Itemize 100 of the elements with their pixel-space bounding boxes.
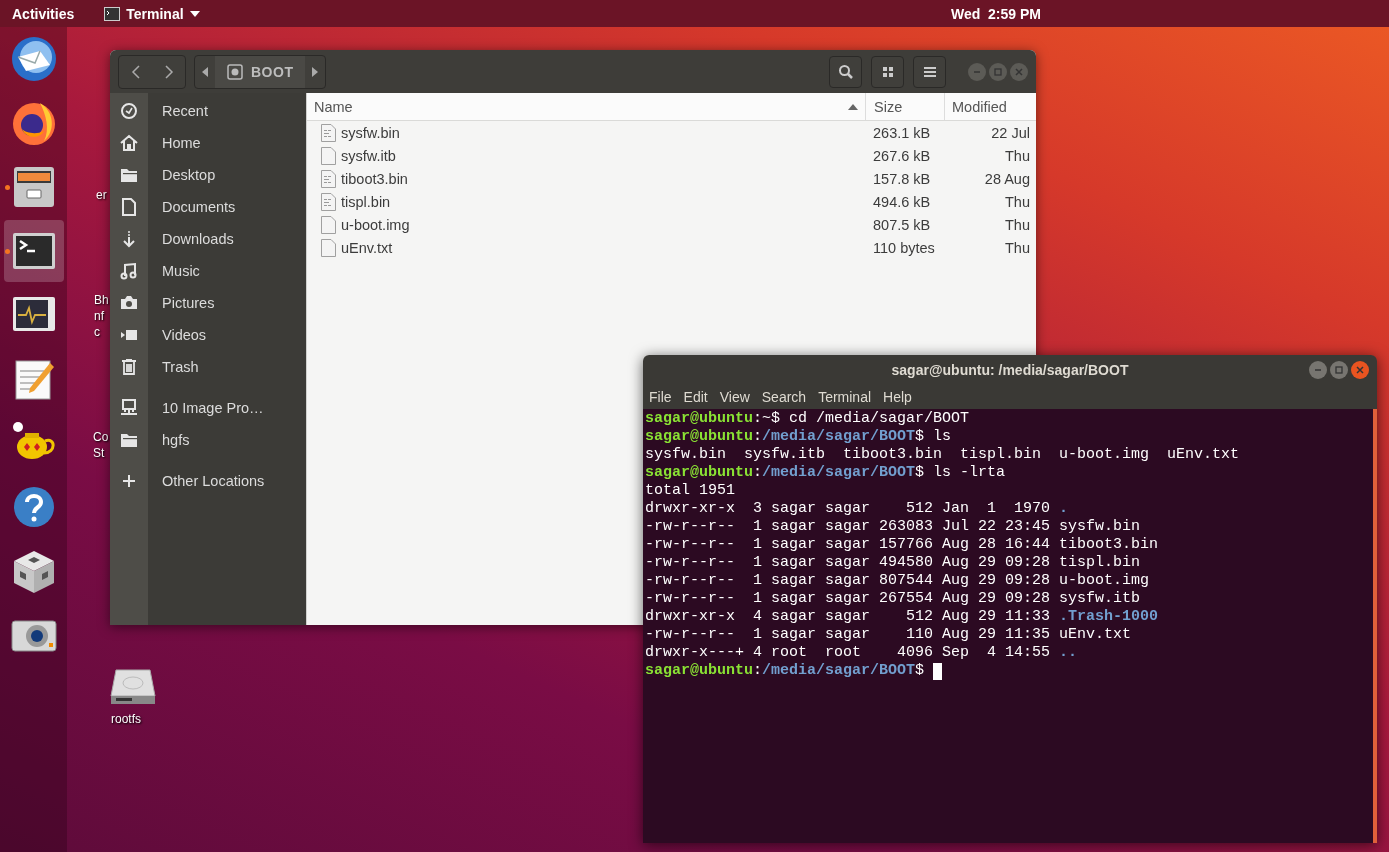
scrollbar[interactable] [1373, 409, 1377, 843]
terminal-line: sagar@ubuntu:/media/sagar/BOOT$ [645, 662, 926, 680]
file-name[interactable]: sysfw.bin [341, 124, 400, 141]
desktop-icon-label: St [93, 445, 106, 461]
file-modified: Thu [1005, 193, 1030, 210]
file-modified: Thu [1005, 239, 1030, 256]
file-name[interactable]: uEnv.txt [341, 239, 393, 256]
document-icon [120, 198, 138, 216]
column-header[interactable]: Modified [952, 98, 1007, 115]
file-size: 110 bytes [873, 239, 935, 256]
sidebar-item[interactable]: Trash [162, 359, 199, 375]
envelope-icon [9, 35, 58, 83]
terminal-line: drwxr-xr-x 4 sagar sagar 512 Aug 29 11:33 .Trash-1000 [645, 608, 1159, 626]
search-button[interactable] [829, 55, 862, 88]
folder-icon [120, 431, 138, 449]
search-icon [837, 63, 854, 80]
terminal-line: -rw-r--r-- 1 sagar sagar 494580 Aug 29 09:28 tispl.bin [645, 554, 1141, 572]
terminal-icon [104, 6, 121, 21]
file-name[interactable]: u-boot.img [341, 216, 410, 233]
file-name[interactable]: tiboot3.bin [341, 170, 408, 187]
file-modified: Thu [1005, 216, 1030, 233]
forward-icon [163, 64, 174, 79]
sidebar-item[interactable]: Documents [162, 199, 236, 215]
trash-icon [120, 358, 138, 376]
file-name[interactable]: sysfw.itb [341, 147, 396, 164]
terminal-line: -rw-r--r-- 1 sagar sagar 263083 Jul 22 23:45 sysfw.bin [645, 518, 1141, 536]
menu-item[interactable]: Edit [677, 385, 714, 409]
sidebar-item[interactable]: Other Locations [162, 473, 265, 489]
triangle-left-icon [202, 66, 208, 77]
file-modified: 28 Aug [984, 170, 1030, 187]
sidebar-item[interactable]: Home [162, 135, 201, 151]
file-icon [321, 238, 336, 257]
desktop-icon-label: c [94, 324, 101, 340]
close-icon [1355, 365, 1365, 375]
desktop-icon-label: Bh [94, 292, 109, 308]
column-header[interactable]: Name [314, 98, 353, 115]
terminal-line: -rw-r--r-- 1 sagar sagar 267554 Aug 29 09:28 sysfw.itb [645, 590, 1141, 608]
caret-icon [189, 10, 200, 17]
menu-item[interactable]: Search [755, 385, 813, 409]
back-icon [130, 64, 141, 79]
maximize-icon [1334, 365, 1344, 375]
sidebar-item[interactable]: Music [162, 263, 200, 279]
terminal-line: -rw-r--r-- 1 sagar sagar 110 Aug 29 11:35 uEnv.txt [645, 626, 1132, 644]
computer-icon [120, 399, 138, 417]
camera-icon [120, 294, 138, 312]
desktop-icon-label: Co [93, 429, 109, 445]
file-modified: Thu [1005, 147, 1030, 164]
file-icon [321, 146, 336, 165]
desktop-icon-label: er [96, 187, 107, 203]
sidebar-item[interactable]: Recent [162, 103, 208, 119]
menu-item[interactable]: View [713, 385, 756, 409]
menu-item[interactable]: File [643, 385, 678, 409]
terminal-line: sagar@ubuntu:~$ cd /media/sagar/BOOT [645, 410, 970, 428]
file-name[interactable]: tispl.bin [341, 193, 391, 210]
plus-icon [120, 472, 138, 490]
sidebar-item[interactable]: Pictures [162, 295, 215, 311]
file-size: 494.6 kB [873, 193, 931, 210]
file-modified: 22 Jul [991, 124, 1030, 141]
column-header[interactable]: Size [874, 98, 903, 115]
sidebar-item[interactable]: Desktop [162, 167, 216, 183]
sidebar-item[interactable]: 10 Image Pro… [162, 400, 264, 416]
file-icon [321, 215, 336, 234]
terminal-line: drwxr-x---+ 4 root root 4096 Sep 4 14:55 .. [645, 644, 1078, 662]
menu-item[interactable]: Help [877, 385, 918, 409]
minimize-button[interactable] [1309, 361, 1327, 379]
file-size: 263.1 kB [873, 124, 931, 141]
activities-button[interactable]: Activities [12, 5, 75, 22]
dock-item[interactable] [3, 220, 64, 282]
terminal-line: -rw-r--r-- 1 sagar sagar 807544 Aug 29 09:28 u-boot.img [645, 572, 1150, 590]
maximize-button[interactable] [1330, 361, 1348, 379]
file-size: 807.5 kB [873, 216, 931, 233]
terminal-line: total 1951 [645, 482, 735, 500]
clock-icon [120, 102, 138, 120]
folder-icon [120, 166, 138, 184]
terminal-line: sagar@ubuntu:/media/sagar/BOOT$ ls [645, 428, 952, 446]
menu-item[interactable]: Terminal [812, 385, 878, 409]
view-grid-button[interactable] [871, 55, 904, 88]
close-icon [1014, 66, 1024, 77]
menu-icon [922, 65, 937, 78]
file-icon [321, 169, 336, 188]
terminal-line: sagar@ubuntu:/media/sagar/BOOT$ ls -lrta [645, 464, 1006, 482]
terminal-line: -rw-r--r-- 1 sagar sagar 157766 Aug 28 16:44 tiboot3.bin [645, 536, 1159, 554]
sidebar-item[interactable]: hgfs [162, 432, 190, 448]
grid-icon [881, 65, 894, 78]
desktop-icon-label: rootfs [111, 711, 141, 727]
clock[interactable]: Wed 2:59 PM [951, 5, 1041, 22]
music-icon [120, 262, 138, 280]
window-title: sagar@ubuntu: /media/sagar/BOOT [891, 362, 1129, 378]
hard-drive-icon[interactable] [110, 668, 156, 706]
drive-icon [227, 63, 243, 80]
desktop-icon-label: nf [94, 308, 105, 324]
app-menu[interactable]: Terminal [126, 5, 184, 22]
file-icon [321, 192, 336, 211]
close-button[interactable] [1351, 361, 1369, 379]
menu-button[interactable] [913, 55, 946, 88]
sidebar-item[interactable]: Downloads [162, 231, 234, 247]
sidebar-item[interactable]: Videos [162, 327, 207, 343]
triangle-right-icon [312, 66, 319, 77]
path-button[interactable]: BOOT [215, 55, 306, 88]
download-icon [120, 230, 138, 248]
